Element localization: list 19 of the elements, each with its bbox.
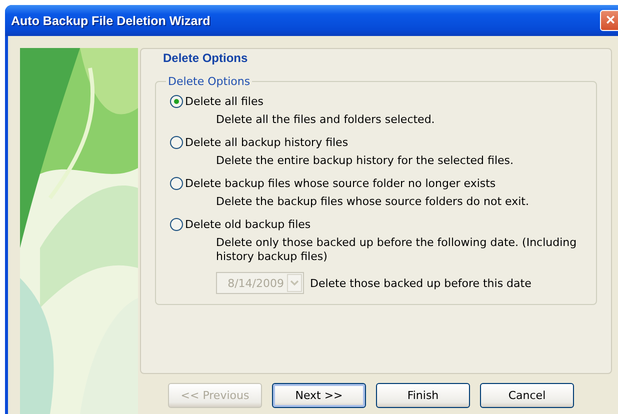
radio-option[interactable]: Delete old backup files (170, 218, 582, 231)
option-description: Delete all the files and folders selected. (216, 113, 436, 127)
radio-option[interactable]: Delete all files (170, 95, 582, 108)
page-title: Delete Options (163, 51, 249, 65)
radio-button[interactable] (170, 218, 183, 231)
wizard-button[interactable]: Cancel (480, 383, 574, 408)
radio-button[interactable] (170, 177, 183, 190)
option-description: Delete only those backed up before the following date. (Including history backup files) (216, 236, 578, 264)
group-title: Delete Options (167, 75, 252, 88)
wizard-button[interactable]: Finish (376, 383, 470, 408)
date-label: Delete those backed up before this date (310, 276, 532, 290)
radio-option[interactable]: Delete all backup history files (170, 136, 582, 149)
window-title: Auto Backup File Deletion Wizard (11, 14, 210, 28)
radio-button[interactable] (170, 136, 183, 149)
option-description: Delete the entire backup history for the selected files. (216, 154, 515, 168)
wizard-button[interactable]: Next >> (272, 383, 366, 408)
radio-option[interactable]: Delete backup files whose source folder no longer exists (170, 177, 582, 190)
option-description: Delete the backup files whose source folders do not exit. (216, 195, 530, 209)
radio-button[interactable] (170, 95, 183, 108)
